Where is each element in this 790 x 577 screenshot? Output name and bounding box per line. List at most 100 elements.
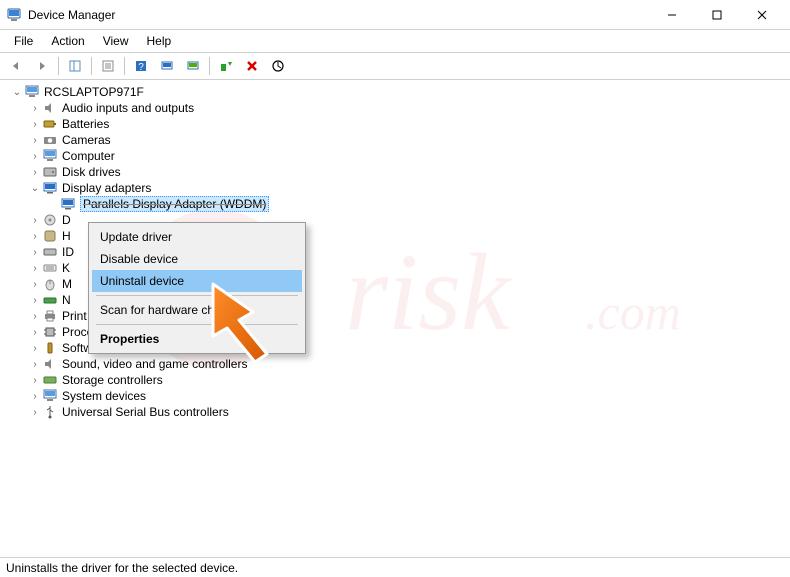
- cpu-icon: [42, 324, 58, 340]
- expand-icon[interactable]: ›: [28, 133, 42, 147]
- tree-item-label: Sound, video and game controllers: [62, 357, 247, 371]
- tree-item-storage-controllers[interactable]: › Storage controllers: [6, 372, 790, 388]
- back-button[interactable]: [4, 55, 28, 77]
- tree-item-audio[interactable]: › Audio inputs and outputs: [6, 100, 790, 116]
- tree-item-system-devices[interactable]: › System devices: [6, 388, 790, 404]
- ctx-uninstall-device[interactable]: Uninstall device: [92, 270, 302, 292]
- tree-item-label: D: [62, 213, 71, 227]
- expand-icon[interactable]: ›: [28, 325, 42, 339]
- tree-item-cameras[interactable]: ›Cameras: [6, 132, 790, 148]
- tree-item-usb-controllers[interactable]: › Universal Serial Bus controllers: [6, 404, 790, 420]
- battery-icon: [42, 116, 58, 132]
- expand-icon[interactable]: ›: [28, 405, 42, 419]
- controller-icon: [42, 244, 58, 260]
- tree-item-label: Disk drives: [62, 165, 121, 179]
- tree-item-sound-video[interactable]: › Sound, video and game controllers: [6, 356, 790, 372]
- tree-item-label: Storage controllers: [62, 373, 163, 387]
- tree-item-label: M: [62, 277, 72, 291]
- expand-icon[interactable]: ›: [28, 277, 42, 291]
- usb-icon: [42, 404, 58, 420]
- optical-drive-icon: [42, 212, 58, 228]
- scan-hardware-button[interactable]: [155, 55, 179, 77]
- tree-item-label: Audio inputs and outputs: [62, 101, 194, 115]
- tree-item-label: Display adapters: [62, 181, 151, 195]
- tree-item-label: H: [62, 229, 71, 243]
- tree-item-label: N: [62, 293, 71, 307]
- expand-icon[interactable]: ›: [28, 373, 42, 387]
- ctx-separator: [96, 324, 298, 325]
- help-button[interactable]: ?: [129, 55, 153, 77]
- maximize-button[interactable]: [694, 1, 739, 29]
- tree-item-label: Batteries: [62, 117, 109, 131]
- tree-root[interactable]: ⌄ RCSLAPTOP971F: [6, 84, 790, 100]
- status-bar: Uninstalls the driver for the selected d…: [0, 557, 790, 577]
- display-adapter-icon: [42, 180, 58, 196]
- ctx-properties[interactable]: Properties: [92, 328, 302, 350]
- expand-icon[interactable]: ›: [28, 165, 42, 179]
- menu-help[interactable]: Help: [141, 32, 178, 50]
- expand-icon[interactable]: ›: [28, 341, 42, 355]
- app-icon: [6, 7, 22, 23]
- keyboard-icon: [42, 260, 58, 276]
- uninstall-device-button[interactable]: [240, 55, 264, 77]
- disable-device-button[interactable]: [266, 55, 290, 77]
- enable-device-button[interactable]: [214, 55, 238, 77]
- ctx-separator: [96, 295, 298, 296]
- tree-item-disk-drives[interactable]: › Disk drives: [6, 164, 790, 180]
- status-text: Uninstalls the driver for the selected d…: [6, 561, 238, 575]
- show-hide-tree-button[interactable]: [63, 55, 87, 77]
- tree-item-label: Parallels Display Adapter (WDDM): [80, 196, 269, 212]
- expand-icon[interactable]: ›: [28, 357, 42, 371]
- camera-icon: [42, 132, 58, 148]
- collapse-icon[interactable]: ⌄: [10, 85, 24, 99]
- menu-view[interactable]: View: [97, 32, 135, 50]
- ctx-scan-hardware[interactable]: Scan for hardware changes: [92, 299, 302, 321]
- speaker-icon: [42, 100, 58, 116]
- menu-file[interactable]: File: [8, 32, 39, 50]
- tree-item-label: ID: [62, 245, 74, 259]
- display-adapter-icon: [60, 196, 76, 212]
- expand-icon[interactable]: ›: [28, 229, 42, 243]
- printer-icon: [42, 308, 58, 324]
- expand-icon[interactable]: ›: [28, 293, 42, 307]
- minimize-button[interactable]: [649, 1, 694, 29]
- ctx-update-driver[interactable]: Update driver: [92, 226, 302, 248]
- svg-text:?: ?: [138, 62, 144, 73]
- properties-button[interactable]: [96, 55, 120, 77]
- network-icon: [42, 292, 58, 308]
- tree-item-label: K: [62, 261, 70, 275]
- tree-item-label: Universal Serial Bus controllers: [62, 405, 229, 419]
- expand-icon[interactable]: ›: [28, 117, 42, 131]
- update-driver-button[interactable]: [181, 55, 205, 77]
- tree-root-label: RCSLAPTOP971F: [44, 85, 144, 99]
- mouse-icon: [42, 276, 58, 292]
- computer-icon: [24, 84, 40, 100]
- hid-icon: [42, 228, 58, 244]
- expand-icon[interactable]: ›: [28, 213, 42, 227]
- tree-item-label: System devices: [62, 389, 146, 403]
- tree-item-parallels-display[interactable]: Parallels Display Adapter (WDDM): [6, 196, 790, 212]
- monitor-icon: [42, 148, 58, 164]
- menu-action[interactable]: Action: [45, 32, 90, 50]
- forward-button[interactable]: [30, 55, 54, 77]
- title-bar: Device Manager: [0, 0, 790, 30]
- expand-icon[interactable]: ›: [28, 245, 42, 259]
- tree-item-computer[interactable]: › Computer: [6, 148, 790, 164]
- collapse-icon[interactable]: ⌄: [28, 181, 42, 195]
- system-icon: [42, 388, 58, 404]
- speaker-icon: [42, 356, 58, 372]
- window-title: Device Manager: [28, 8, 115, 22]
- menu-bar: File Action View Help: [0, 30, 790, 52]
- tree-item-display-adapters[interactable]: ⌄ Display adapters: [6, 180, 790, 196]
- tree-item-batteries[interactable]: › Batteries: [6, 116, 790, 132]
- context-menu: Update driver Disable device Uninstall d…: [88, 222, 306, 354]
- expand-icon[interactable]: ›: [28, 149, 42, 163]
- close-button[interactable]: [739, 1, 784, 29]
- expand-icon[interactable]: ›: [28, 389, 42, 403]
- expand-icon[interactable]: ›: [28, 101, 42, 115]
- storage-icon: [42, 372, 58, 388]
- tree-item-label: Computer: [62, 149, 115, 163]
- ctx-disable-device[interactable]: Disable device: [92, 248, 302, 270]
- expand-icon[interactable]: ›: [28, 261, 42, 275]
- expand-icon[interactable]: ›: [28, 309, 42, 323]
